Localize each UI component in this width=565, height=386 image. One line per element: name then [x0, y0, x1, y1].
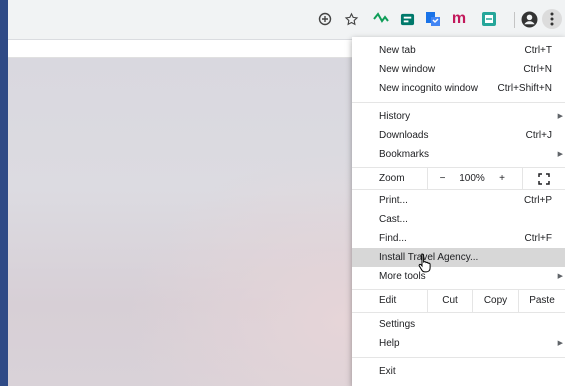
shortcut-label: Ctrl+T [524, 45, 553, 56]
menu-item-new-window[interactable]: New window Ctrl+N [352, 60, 565, 79]
edit-label: Edit [379, 295, 397, 306]
zoom-level: 100% [459, 173, 485, 184]
shortcut-label: Ctrl+J [525, 130, 552, 141]
shortcut-label: Ctrl+N [523, 64, 552, 75]
chevron-right-icon: ▶ [557, 113, 563, 120]
zoom-in-button[interactable]: + [487, 168, 517, 189]
ext-icon-cyan[interactable] [480, 10, 498, 28]
menu-separator [352, 312, 565, 313]
ext-icon-green[interactable] [372, 10, 390, 28]
shortcut-label: Ctrl+Shift+N [497, 83, 552, 94]
shortcut-label: Ctrl+P [523, 195, 552, 206]
add-circle-icon[interactable] [316, 10, 334, 28]
ext-icon-m[interactable]: m [450, 10, 468, 28]
menu-item-new-tab[interactable]: New tab Ctrl+T [352, 41, 565, 60]
ext-icon-teal[interactable] [398, 10, 416, 28]
menu-item-find[interactable]: Find... Ctrl+F [352, 229, 565, 248]
menu-separator [352, 357, 565, 358]
window-frame [0, 0, 8, 386]
browser-toolbar: m [8, 0, 565, 40]
paste-button[interactable]: Paste [518, 290, 565, 312]
chevron-right-icon: ▶ [557, 273, 563, 280]
zoom-label: Zoom [379, 173, 405, 184]
chevron-right-icon: ▶ [557, 340, 563, 347]
toolbar-separator [514, 12, 515, 28]
fullscreen-icon[interactable] [522, 168, 565, 189]
menu-item-downloads[interactable]: Downloads Ctrl+J [352, 126, 565, 145]
cut-button[interactable]: Cut [427, 290, 472, 312]
chevron-right-icon: ▶ [557, 151, 563, 158]
chrome-main-menu: New tab Ctrl+T New window Ctrl+N New inc… [352, 37, 565, 386]
ext-icon-blue[interactable] [424, 10, 442, 28]
menu-item-cast[interactable]: Cast... [352, 210, 565, 229]
mouse-cursor-icon [418, 253, 432, 278]
menu-item-install-app[interactable]: Install Travel Agency... [352, 248, 565, 267]
menu-separator [352, 102, 565, 103]
menu-item-more-tools[interactable]: More tools ▶ [352, 267, 565, 286]
profile-icon[interactable] [520, 10, 538, 28]
menu-item-history[interactable]: History ▶ [352, 107, 565, 126]
menu-kebab-icon[interactable] [542, 9, 562, 29]
zoom-row: Zoom − 100% + [352, 168, 565, 189]
menu-item-help[interactable]: Help ▶ [352, 334, 565, 353]
menu-item-settings[interactable]: Settings [352, 315, 565, 334]
star-icon[interactable] [342, 10, 360, 28]
menu-item-exit[interactable]: Exit [352, 362, 565, 381]
shortcut-label: Ctrl+F [524, 233, 553, 244]
copy-button[interactable]: Copy [472, 290, 518, 312]
menu-item-bookmarks[interactable]: Bookmarks ▶ [352, 145, 565, 164]
menu-item-new-incognito[interactable]: New incognito window Ctrl+Shift+N [352, 79, 565, 98]
menu-separator [352, 189, 565, 190]
zoom-out-button[interactable]: − [427, 168, 457, 189]
edit-row: Edit Cut Copy Paste [352, 290, 565, 312]
menu-item-print[interactable]: Print... Ctrl+P [352, 191, 565, 210]
